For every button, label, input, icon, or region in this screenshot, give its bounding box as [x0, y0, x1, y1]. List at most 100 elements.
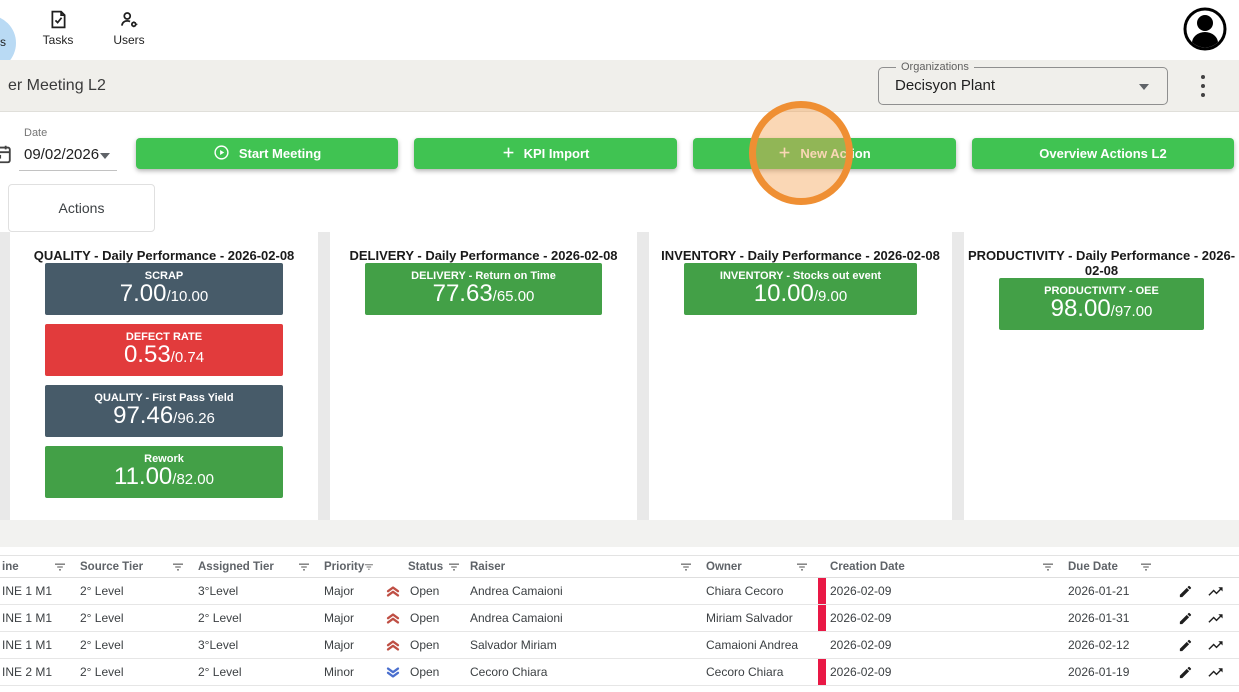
nav-item-users[interactable]: Users [105, 9, 153, 47]
cell-owner: Miriam Salvador [700, 605, 816, 631]
col-header-status[interactable]: Status [406, 556, 468, 577]
kpi-tile-oee[interactable]: PRODUCTIVITY - OEE 98.00/97.00 [999, 278, 1204, 330]
kpi-import-label: KPI Import [524, 146, 590, 161]
col-header-owner[interactable]: Owner [700, 556, 816, 577]
filter-icon[interactable] [364, 561, 374, 573]
filter-icon[interactable] [1140, 561, 1152, 573]
kpi-tile-return-on-time[interactable]: DELIVERY - Return on Time 77.63/65.00 [365, 263, 602, 315]
cell-raiser: Salvador Miriam [468, 632, 700, 658]
table-row[interactable]: INE 1 M1 2° Level 3°Level Major Open Sal… [0, 632, 1239, 659]
cell-priority: Minor [318, 659, 382, 685]
cell-creation-date: 2026-02-09 [816, 578, 1062, 604]
cell-raiser: Andrea Camaioni [468, 578, 700, 604]
card-inventory: INVENTORY - Daily Performance - 2026-02-… [649, 232, 952, 520]
col-header-priority-icon [382, 556, 406, 577]
cell-assigned-tier: 3°Level [192, 578, 318, 604]
cell-machine: INE 1 M1 [0, 632, 74, 658]
trend-icon[interactable] [1207, 610, 1224, 627]
kpi-tile-first-pass-yield[interactable]: QUALITY - First Pass Yield 97.46/96.26 [45, 385, 283, 437]
filter-icon[interactable] [172, 561, 184, 573]
overview-actions-button[interactable]: Overview Actions L2 [972, 138, 1234, 169]
cell-priority: Major [318, 632, 382, 658]
card-title: PRODUCTIVITY - Daily Performance - 2026-… [964, 248, 1239, 278]
card-title: QUALITY - Daily Performance - 2026-02-08 [10, 248, 318, 263]
edit-pencil-icon[interactable] [1178, 638, 1193, 653]
calendar-icon[interactable] [0, 143, 13, 170]
nav-item-label: Users [105, 33, 153, 47]
filter-icon[interactable] [54, 561, 66, 573]
cell-source-tier: 2° Level [74, 605, 192, 631]
table-row[interactable]: INE 2 M1 2° Level 2° Level Minor Open Ce… [0, 659, 1239, 686]
organizations-value: Decisyon Plant [895, 68, 995, 104]
start-meeting-button[interactable]: Start Meeting [136, 138, 398, 169]
kpi-tile-rework[interactable]: Rework 11.00/82.00 [45, 446, 283, 498]
overdue-flag-bar [818, 578, 826, 604]
overview-actions-label: Overview Actions L2 [1039, 146, 1166, 161]
cell-owner: Camaioni Andrea [700, 632, 816, 658]
plus-icon [502, 146, 515, 162]
cell-status: Open [406, 578, 468, 604]
edit-pencil-icon[interactable] [1178, 611, 1193, 626]
cell-status: Open [406, 632, 468, 658]
avatar-icon[interactable] [1183, 7, 1227, 51]
date-field-underline [19, 170, 117, 171]
kpi-import-button[interactable]: KPI Import [414, 138, 677, 169]
table-row[interactable]: INE 1 M1 2° Level 3°Level Major Open And… [0, 578, 1239, 605]
nav-item-tasks[interactable]: Tasks [34, 9, 82, 47]
trend-icon[interactable] [1207, 583, 1224, 600]
meeting-header-band: er Meeting L2 Organizations Decisyon Pla… [0, 60, 1239, 112]
users-icon [105, 9, 153, 30]
filter-icon[interactable] [298, 561, 310, 573]
card-title: DELIVERY - Daily Performance - 2026-02-0… [330, 248, 637, 263]
card-delivery: DELIVERY - Daily Performance - 2026-02-0… [330, 232, 637, 520]
filter-icon[interactable] [1042, 561, 1054, 573]
click-highlight-circle [749, 101, 853, 205]
scroll-strip [0, 520, 1239, 547]
trend-icon[interactable] [1207, 664, 1224, 681]
col-header-creation-date[interactable]: Creation Date [816, 556, 1062, 577]
cell-owner: Chiara Cecoro [700, 578, 816, 604]
cell-machine: INE 2 M1 [0, 659, 74, 685]
kpi-tile-scrap[interactable]: SCRAP 7.00/10.00 [45, 263, 283, 315]
more-options-kebab-icon[interactable] [1197, 75, 1209, 97]
tab-actions[interactable]: Actions [8, 184, 155, 232]
kpi-tile-defect-rate[interactable]: DEFECT RATE 0.53/0.74 [45, 324, 283, 376]
cell-assigned-tier: 2° Level [192, 659, 318, 685]
col-header-assigned-tier[interactable]: Assigned Tier [192, 556, 318, 577]
filter-icon[interactable] [680, 561, 692, 573]
col-header-source-tier[interactable]: Source Tier [74, 556, 192, 577]
col-header-machine[interactable]: ine [0, 556, 74, 577]
col-header-priority[interactable]: Priority [318, 556, 382, 577]
col-header-raiser[interactable]: Raiser [468, 556, 700, 577]
kpi-cards-row: QUALITY - Daily Performance - 2026-02-08… [0, 232, 1239, 520]
table-row[interactable]: INE 1 M1 2° Level 2° Level Major Open An… [0, 605, 1239, 632]
chevron-down-icon[interactable] [100, 153, 110, 159]
tab-actions-label: Actions [59, 200, 105, 216]
cell-assigned-tier: 2° Level [192, 605, 318, 631]
priority-up-icon [385, 583, 401, 599]
card-title: INVENTORY - Daily Performance - 2026-02-… [649, 248, 952, 263]
chevron-down-icon [1139, 84, 1149, 90]
trend-icon[interactable] [1207, 637, 1224, 654]
card-quality: QUALITY - Daily Performance - 2026-02-08… [10, 232, 318, 520]
cell-raiser: Cecoro Chiara [468, 659, 700, 685]
col-header-due-date[interactable]: Due Date [1062, 556, 1160, 577]
cell-machine: INE 1 M1 [0, 605, 74, 631]
cell-creation-date: 2026-02-09 [816, 605, 1062, 631]
filter-icon[interactable] [796, 561, 808, 573]
cell-creation-date: 2026-02-09 [816, 659, 1062, 685]
edit-pencil-icon[interactable] [1178, 584, 1193, 599]
table-header-row: ine Source Tier Assigned Tier Priority S… [0, 556, 1239, 578]
organizations-select[interactable]: Organizations Decisyon Plant [878, 67, 1168, 105]
filter-icon[interactable] [448, 561, 460, 573]
cell-priority: Major [318, 605, 382, 631]
kpi-tile-stocks-out-event[interactable]: INVENTORY - Stocks out event 10.00/9.00 [684, 263, 917, 315]
edit-pencil-icon[interactable] [1178, 665, 1193, 680]
date-field-value[interactable]: 09/02/2026 [24, 146, 99, 163]
play-icon [213, 144, 230, 164]
cell-priority: Major [318, 578, 382, 604]
cell-due-date: 2026-01-19 [1062, 659, 1160, 685]
clipped-nav-label[interactable]: s [0, 35, 6, 49]
nav-item-label: Tasks [34, 33, 82, 47]
cell-source-tier: 2° Level [74, 659, 192, 685]
